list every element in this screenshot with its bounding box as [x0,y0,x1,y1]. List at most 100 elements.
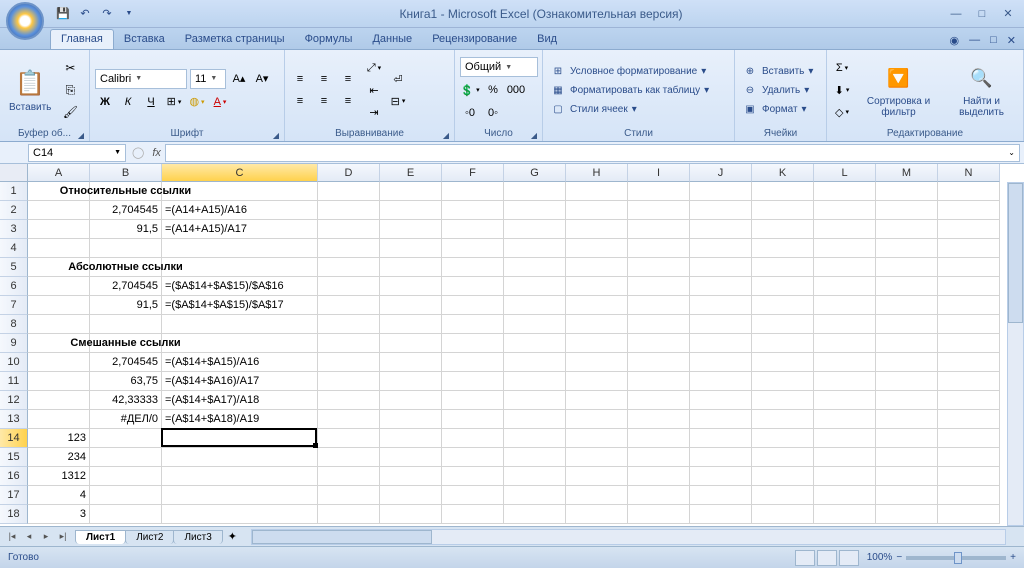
cell-D12[interactable] [318,391,380,410]
last-sheet-icon[interactable]: ▸| [55,531,71,542]
cell-C7[interactable]: =($A$14+$A$15)/$A$17 [162,296,318,315]
office-button[interactable] [6,2,44,40]
cell-A12[interactable] [28,391,90,410]
cell-K12[interactable] [752,391,814,410]
cell-G9[interactable] [504,334,566,353]
row-header-13[interactable]: 13 [0,410,28,429]
clipboard-launcher-icon[interactable]: ◢ [78,131,84,140]
cell-B7[interactable]: 91,5 [90,296,162,315]
tab-home[interactable]: Главная [50,29,114,49]
col-header-J[interactable]: J [690,164,752,182]
cell-L3[interactable] [814,220,876,239]
cell-E2[interactable] [380,201,442,220]
zoom-in-icon[interactable]: + [1010,552,1016,563]
number-format-combo[interactable]: Общий▼ [460,57,538,77]
cell-N18[interactable] [938,505,1000,524]
border-icon[interactable]: ⊞ [164,92,184,112]
grow-font-icon[interactable]: A▴ [229,69,249,89]
align-middle-icon[interactable]: ≡ [314,69,334,89]
cell-G18[interactable] [504,505,566,524]
maximize-icon[interactable]: □ [970,5,994,23]
cell-L17[interactable] [814,486,876,505]
cell-B15[interactable] [90,448,162,467]
normal-view-icon[interactable] [795,550,815,566]
cell-J6[interactable] [690,277,752,296]
cell-B10[interactable]: 2,704545 [90,353,162,372]
cell-F9[interactable] [442,334,504,353]
col-header-C[interactable]: C [162,164,318,182]
cell-C6[interactable]: =($A$14+$A$15)/$A$16 [162,277,318,296]
cell-N8[interactable] [938,315,1000,334]
cell-B16[interactable] [90,467,162,486]
cell-B5[interactable]: Абсолютные ссылки [90,258,162,277]
cell-C13[interactable]: =(A$14+$A18)/A19 [162,410,318,429]
cell-K13[interactable] [752,410,814,429]
cell-D9[interactable] [318,334,380,353]
col-header-M[interactable]: M [876,164,938,182]
cell-K16[interactable] [752,467,814,486]
cell-H4[interactable] [566,239,628,258]
cell-G8[interactable] [504,315,566,334]
cell-K18[interactable] [752,505,814,524]
cell-G15[interactable] [504,448,566,467]
cell-H3[interactable] [566,220,628,239]
cell-E5[interactable] [380,258,442,277]
cell-C2[interactable]: =(A14+A15)/A16 [162,201,318,220]
cell-C8[interactable] [162,315,318,334]
cell-K14[interactable] [752,429,814,448]
number-launcher-icon[interactable]: ◢ [531,131,537,140]
formula-bar[interactable]: ⌄ [165,144,1020,162]
row-header-8[interactable]: 8 [0,315,28,334]
cell-E4[interactable] [380,239,442,258]
decrease-indent-icon[interactable]: ⇤ [364,80,384,100]
format-as-table-button[interactable]: ▦Форматировать как таблицу ▾ [548,81,711,99]
font-name-combo[interactable]: Calibri▼ [95,69,187,89]
cell-L10[interactable] [814,353,876,372]
next-sheet-icon[interactable]: ▸ [38,531,54,542]
cell-H13[interactable] [566,410,628,429]
row-header-16[interactable]: 16 [0,467,28,486]
col-header-B[interactable]: B [90,164,162,182]
tab-layout[interactable]: Разметка страницы [175,30,295,49]
cell-E15[interactable] [380,448,442,467]
wrap-text-icon[interactable]: ⏎ [388,69,408,89]
cell-B2[interactable]: 2,704545 [90,201,162,220]
cell-H9[interactable] [566,334,628,353]
zoom-out-icon[interactable]: − [896,552,902,563]
row-header-10[interactable]: 10 [0,353,28,372]
cell-F10[interactable] [442,353,504,372]
qat-dropdown-icon[interactable]: ▼ [120,5,138,23]
cell-N5[interactable] [938,258,1000,277]
cell-F8[interactable] [442,315,504,334]
cell-M1[interactable] [876,182,938,201]
cell-B6[interactable]: 2,704545 [90,277,162,296]
cell-I7[interactable] [628,296,690,315]
font-color-icon[interactable]: A [210,92,230,112]
cell-G7[interactable] [504,296,566,315]
cell-M10[interactable] [876,353,938,372]
minimize-icon[interactable]: — [944,5,968,23]
cell-D3[interactable] [318,220,380,239]
cell-E16[interactable] [380,467,442,486]
save-icon[interactable]: 💾 [54,5,72,23]
cell-I3[interactable] [628,220,690,239]
cell-N3[interactable] [938,220,1000,239]
insert-cells-button[interactable]: ⊕Вставить ▾ [740,62,815,80]
cell-G16[interactable] [504,467,566,486]
cell-F3[interactable] [442,220,504,239]
cell-A2[interactable] [28,201,90,220]
cell-J4[interactable] [690,239,752,258]
cell-A7[interactable] [28,296,90,315]
font-launcher-icon[interactable]: ◢ [273,131,279,140]
row-header-14[interactable]: 14 [0,429,28,448]
cell-C5[interactable] [162,258,318,277]
cell-D11[interactable] [318,372,380,391]
align-left-icon[interactable]: ≡ [290,91,310,111]
cell-L8[interactable] [814,315,876,334]
cell-C10[interactable]: =(A$14+$A15)/A16 [162,353,318,372]
row-header-4[interactable]: 4 [0,239,28,258]
cell-B17[interactable] [90,486,162,505]
cell-H7[interactable] [566,296,628,315]
cell-H12[interactable] [566,391,628,410]
cell-B11[interactable]: 63,75 [90,372,162,391]
